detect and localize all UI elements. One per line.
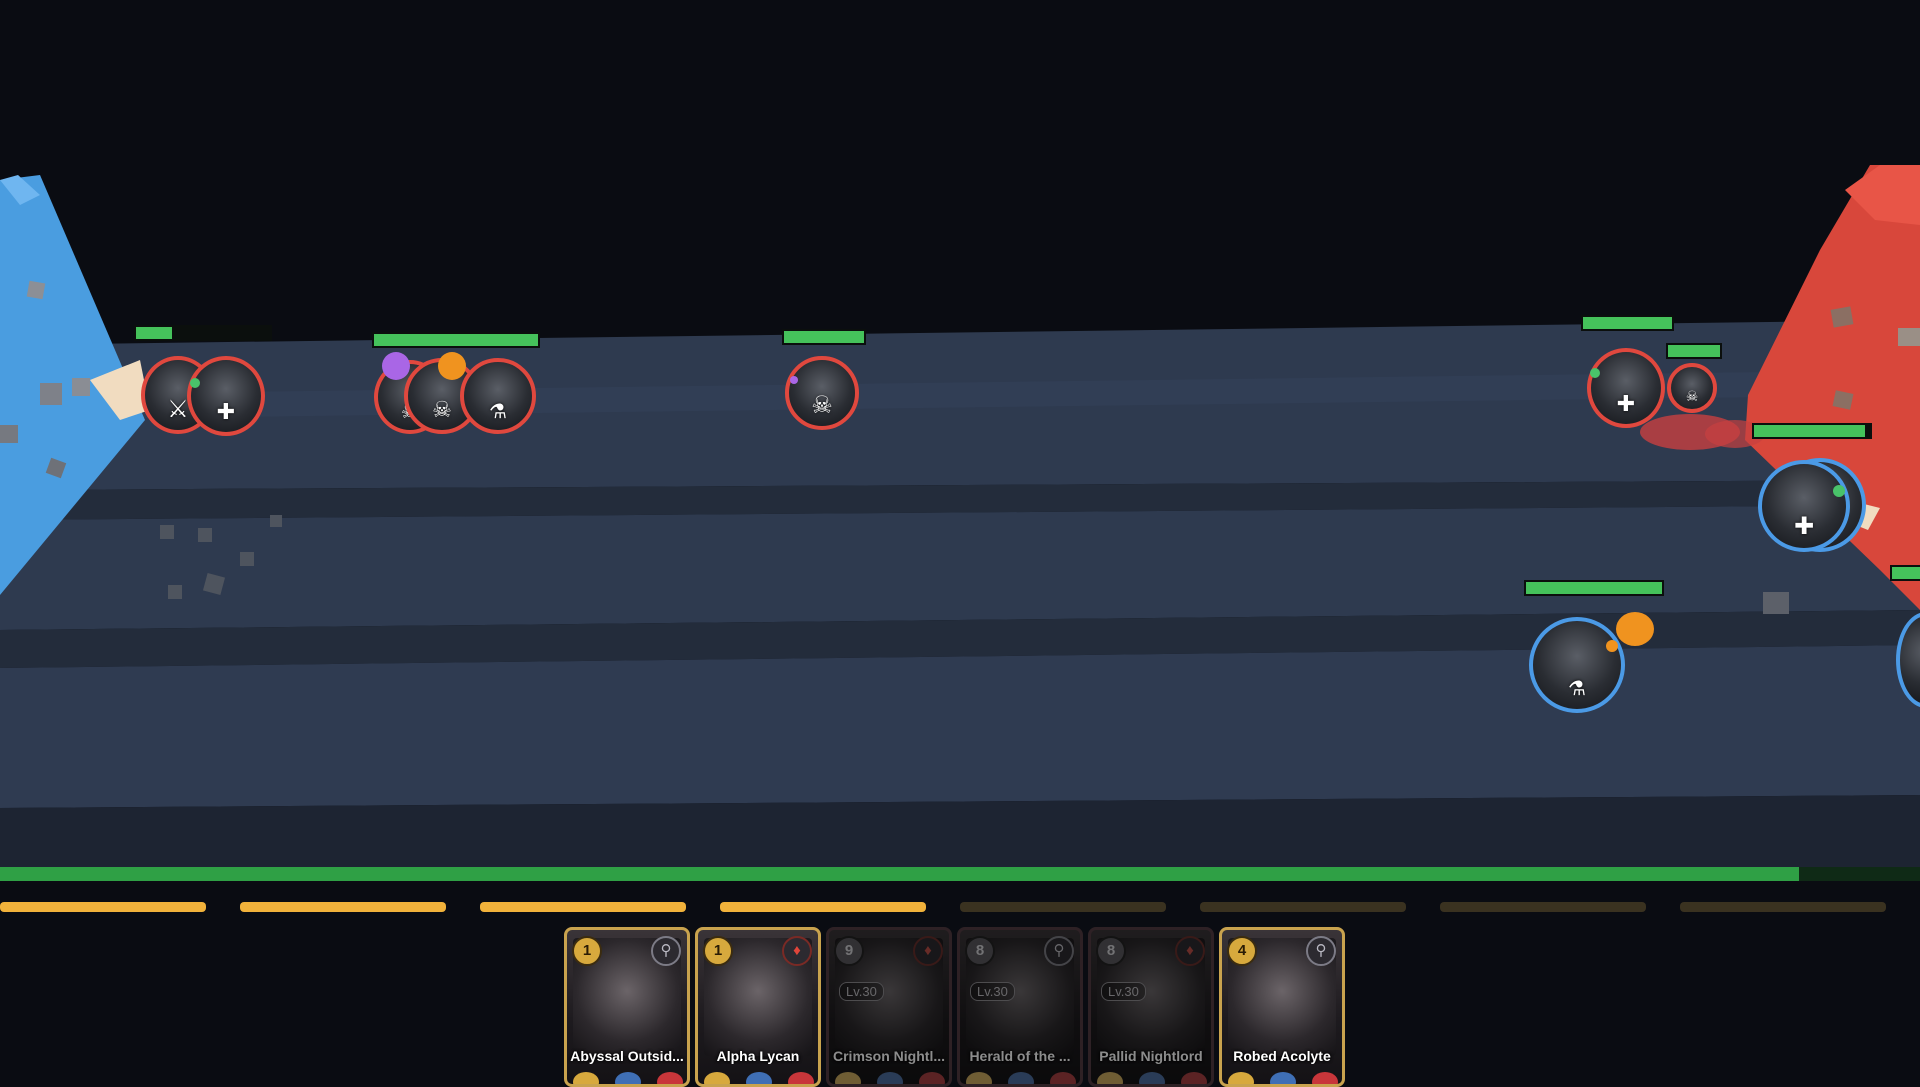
skull-icon: ☠	[1685, 388, 1699, 405]
energy-segment	[720, 902, 926, 912]
card-name: Alpha Lycan	[716, 1048, 800, 1064]
ally-hp-bar	[1581, 315, 1674, 331]
mana-cost-badge: 9	[834, 936, 864, 966]
player-mana-bar	[0, 867, 1920, 881]
card-robed-acolyte[interactable]: 4 ⚲ Robed Acolyte	[1219, 927, 1345, 1087]
level-requirement: Lv.30	[1101, 982, 1146, 1001]
card-name: Herald of the ...	[969, 1048, 1071, 1064]
mana-cost-badge: 8	[1096, 936, 1126, 966]
status-effect-icon	[382, 352, 410, 380]
heal-plus-icon: ✚	[1793, 511, 1815, 540]
neutral-icon: ⚲	[1306, 936, 1336, 966]
ally-unit[interactable]: ☠	[1667, 363, 1717, 413]
debuff-dot	[790, 376, 798, 384]
buff-dot	[1606, 640, 1618, 652]
card-abyssal-outsid[interactable]: 1 ⚲ Abyssal Outsid...	[564, 927, 690, 1087]
energy-segment	[240, 902, 446, 912]
energy-meter	[0, 902, 1920, 914]
enemy-unit[interactable]: ✚	[187, 356, 265, 436]
mana-cost-badge: 4	[1227, 936, 1257, 966]
energy-segment	[1200, 902, 1406, 912]
ally-hp-bar	[1524, 580, 1664, 596]
heal-plus-icon: ✚	[216, 399, 236, 425]
fire-drop-icon: ♦	[913, 936, 943, 966]
ally-unit[interactable]: ✚	[1758, 460, 1850, 552]
ally-hp-bar	[1752, 423, 1872, 439]
enemy-unit[interactable]: ⚗	[460, 358, 536, 434]
energy-segment	[480, 902, 686, 912]
player-mana-fill	[0, 867, 1800, 881]
lane-bottom	[0, 645, 1920, 808]
enemy-hp-bar	[782, 329, 866, 345]
status-effect-icon	[438, 352, 466, 380]
mana-cost-badge: 1	[572, 936, 602, 966]
ally-unit[interactable]: ✚	[1587, 348, 1665, 428]
card-pallid-nightlord[interactable]: 8 ♦ Lv.30 Pallid Nightlord	[1088, 927, 1214, 1087]
ally-unit[interactable]: ⚗	[1529, 617, 1625, 713]
energy-segment	[960, 902, 1166, 912]
card-herald-of-the[interactable]: 8 ⚲ Lv.30 Herald of the ...	[957, 927, 1083, 1087]
buff-dot	[190, 378, 200, 388]
energy-segment	[1680, 902, 1886, 912]
card-name: Crimson Nightl...	[833, 1048, 945, 1064]
ally-hp-bar	[1666, 343, 1722, 359]
buff-dot	[1833, 485, 1845, 497]
neutral-icon: ⚲	[651, 936, 681, 966]
buff-dot	[1590, 368, 1600, 378]
card-alpha-lycan[interactable]: 1 ♦ Alpha Lycan	[695, 927, 821, 1087]
mana-cost-badge: 1	[703, 936, 733, 966]
card-name: Robed Acolyte	[1233, 1048, 1331, 1064]
potion-icon: ⚗	[489, 399, 507, 424]
battlefield[interactable]	[0, 0, 1920, 1080]
enemy-hp-bar	[372, 332, 540, 348]
level-requirement: Lv.30	[839, 982, 884, 1001]
card-crimson-nightl[interactable]: 9 ♦ Lv.30 Crimson Nightl...	[826, 927, 952, 1087]
energy-segment	[1440, 902, 1646, 912]
ally-hp-bar	[1890, 565, 1920, 581]
card-name: Abyssal Outsid...	[570, 1048, 684, 1064]
card-name: Pallid Nightlord	[1099, 1048, 1203, 1064]
enemy-unit[interactable]: ☠	[785, 356, 859, 430]
fire-drop-icon: ♦	[1175, 936, 1205, 966]
potion-icon: ⚗	[1568, 676, 1586, 701]
heal-plus-icon: ✚	[1616, 391, 1636, 417]
mana-cost-badge: 8	[965, 936, 995, 966]
fire-drop-icon: ♦	[782, 936, 812, 966]
energy-segment	[0, 902, 206, 912]
card-hand: 1 ⚲ Abyssal Outsid... 1 ♦ Alpha Lycan 9 ♦ Lv.30 C…	[564, 927, 1354, 1087]
status-effect-icon	[1616, 612, 1654, 646]
skull-icon: ☠	[811, 391, 833, 420]
level-requirement: Lv.30	[970, 982, 1015, 1001]
enemy-hp-bar	[134, 325, 272, 341]
neutral-icon: ⚲	[1044, 936, 1074, 966]
